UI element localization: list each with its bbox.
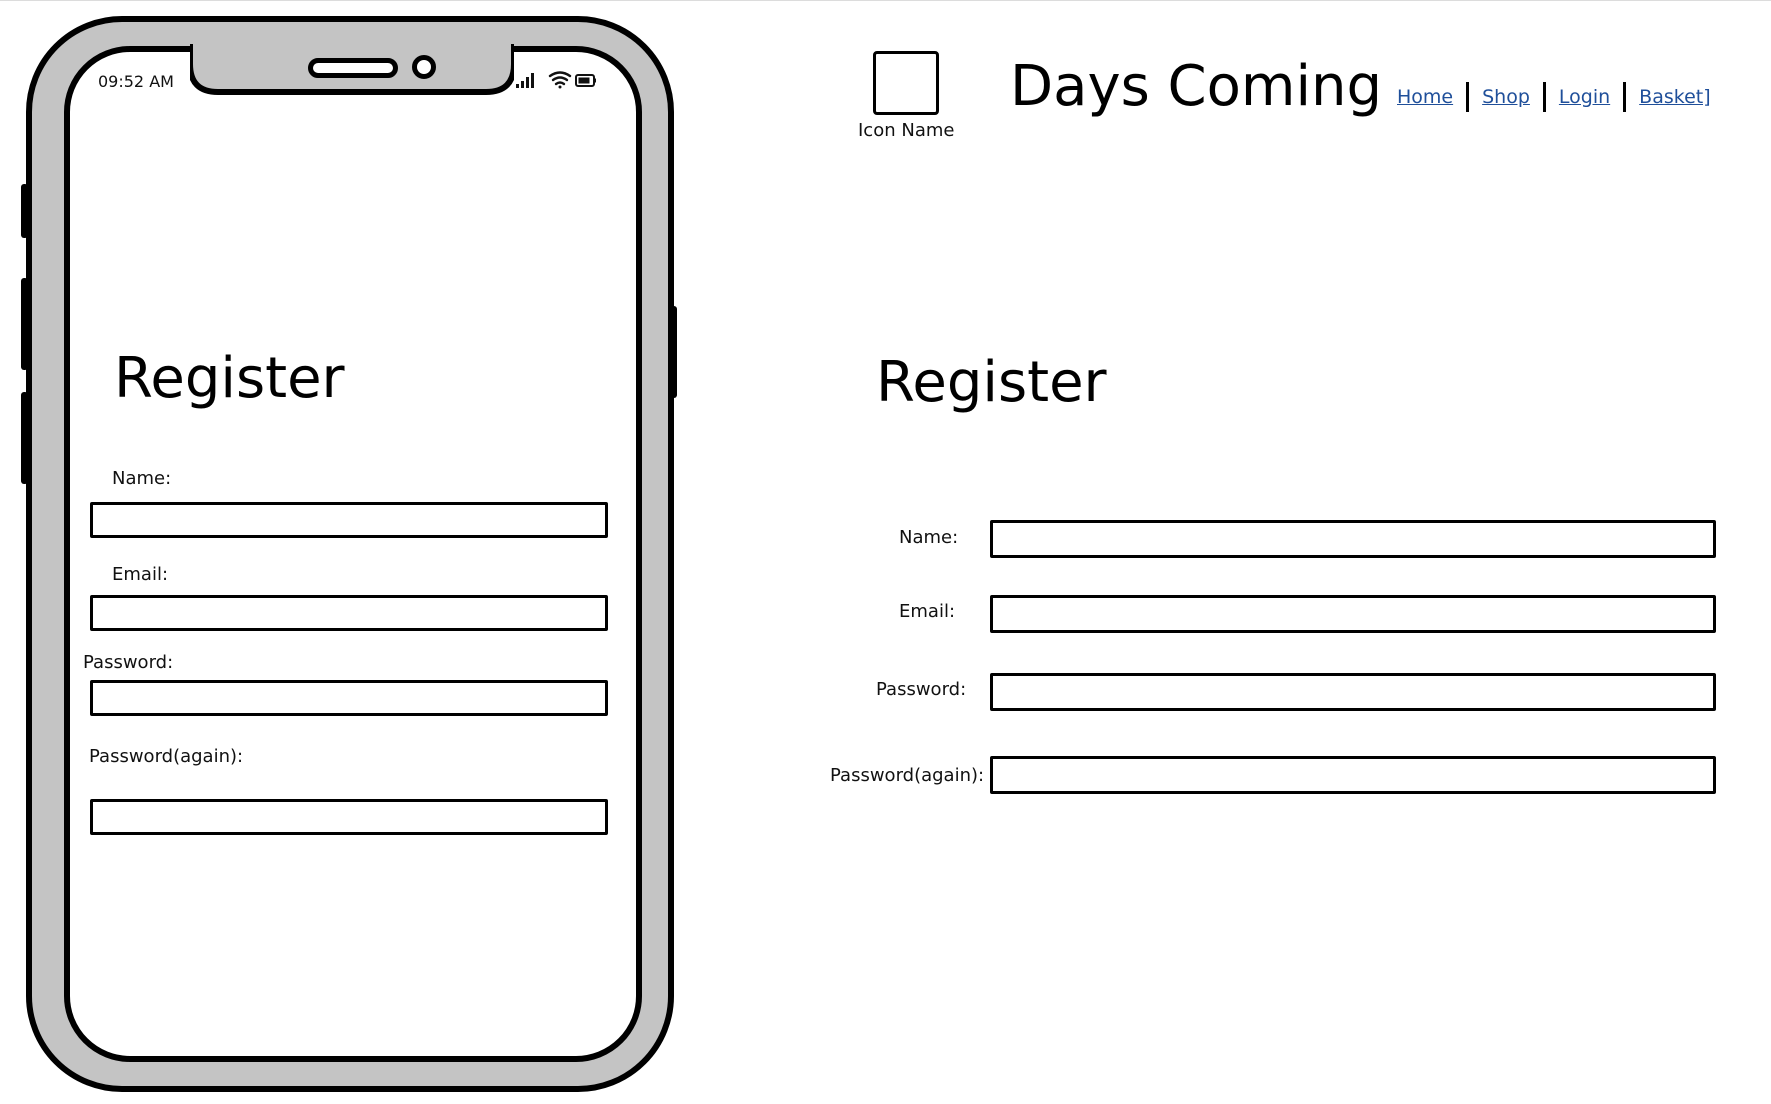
password-label: Password: [876,679,967,700]
password-again-label: Password(again): [830,765,985,786]
email-label: Email: [112,564,169,585]
status-time: 09:52 AM [98,72,174,91]
name-input[interactable] [990,520,1716,558]
password-label: Password: [83,652,174,673]
main-nav: Home Shop Login Basket] [1397,82,1711,112]
password-input[interactable] [90,680,608,716]
nav-link-home[interactable]: Home [1397,86,1453,108]
name-label: Name: [112,468,172,489]
phone-notch [190,44,514,98]
top-divider [0,0,1771,1]
nav-link-basket[interactable]: Basket] [1639,86,1710,108]
logo-caption: Icon Name [858,120,955,141]
wifi-icon [548,71,572,89]
signal-icon [516,73,534,88]
nav-separator [1623,82,1627,112]
phone-screen [64,46,642,1062]
email-input[interactable] [90,595,608,631]
page-title: Register [114,346,345,411]
site-title: Days Coming [1010,54,1383,119]
password-input[interactable] [990,673,1716,711]
camera-icon [412,55,436,79]
email-label: Email: [899,601,956,622]
page-title: Register [876,350,1107,415]
image-placeholder-icon [873,51,939,115]
status-icons [516,70,596,94]
password-again-input[interactable] [90,799,608,835]
nav-separator [1542,82,1546,112]
battery-icon [575,74,596,87]
nav-link-shop[interactable]: Shop [1482,86,1530,108]
password-again-input[interactable] [990,756,1716,794]
password-again-label: Password(again): [89,746,244,767]
speaker-icon [308,58,398,78]
email-input[interactable] [990,595,1716,633]
nav-separator [1466,82,1470,112]
name-label: Name: [899,527,959,548]
nav-link-login[interactable]: Login [1559,86,1610,108]
name-input[interactable] [90,502,608,538]
